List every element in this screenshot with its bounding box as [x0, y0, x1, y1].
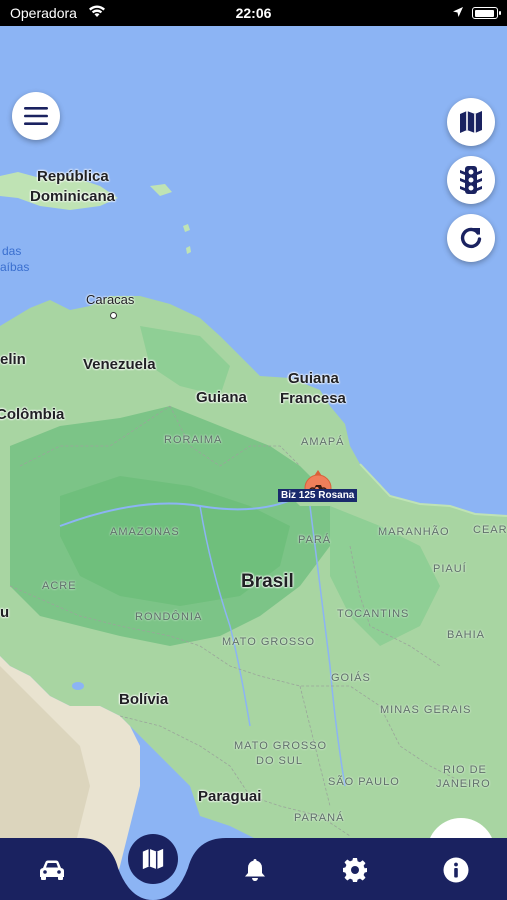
- country-label-partial-west: elin: [0, 351, 26, 368]
- map-icon: [460, 111, 482, 133]
- nav-info-button[interactable]: [434, 848, 478, 892]
- nav-vehicles-button[interactable]: [30, 848, 74, 892]
- state-label-ceara: CEAR: [473, 524, 507, 536]
- refresh-button[interactable]: [447, 214, 495, 262]
- state-label-mato-grosso-do-sul-1: MATO GROSSO: [234, 740, 328, 752]
- state-label-sao-paulo: SÃO PAULO: [328, 776, 400, 788]
- map-terrain: [0, 26, 507, 900]
- country-label-partial-peru: u: [0, 604, 10, 621]
- state-label-amazonas: AMAZONAS: [110, 526, 180, 538]
- sea-label-2: aíbas: [0, 260, 30, 274]
- country-label-brasil: Brasil: [241, 571, 294, 592]
- state-label-parana: PARANÁ: [294, 812, 345, 824]
- country-label-republica-dominicana-2: Dominicana: [30, 188, 116, 205]
- nav-map-button[interactable]: [128, 834, 178, 884]
- state-label-para: PARÁ: [298, 534, 332, 546]
- bell-icon: [245, 859, 265, 881]
- battery-icon: [472, 7, 501, 19]
- state-label-tocantins: TOCANTINS: [337, 608, 410, 620]
- location-arrow-icon: [453, 7, 463, 17]
- map-type-button[interactable]: [447, 98, 495, 146]
- car-icon: [40, 860, 64, 880]
- country-label-colombia: Colômbia: [0, 406, 65, 423]
- state-label-roraima: RORAIMA: [164, 434, 223, 446]
- bottom-nav: [0, 838, 507, 900]
- traffic-button[interactable]: [447, 156, 495, 204]
- vehicle-label[interactable]: Biz 125 Rosana: [278, 489, 358, 502]
- state-label-maranhao: MARANHÃO: [378, 526, 450, 538]
- nav-settings-button[interactable]: [333, 848, 377, 892]
- state-label-bahia: BAHIA: [447, 629, 486, 641]
- state-label-goias: GOIÁS: [331, 672, 371, 684]
- country-label-guiana-francesa-2: Francesa: [280, 390, 346, 407]
- clock: 22:06: [235, 5, 272, 21]
- country-label-guiana: Guiana: [196, 389, 247, 406]
- country-label-bolivia: Bolívia: [119, 691, 169, 708]
- state-label-piaui: PIAUÍ: [433, 563, 467, 575]
- sea-label-1: das: [2, 244, 22, 258]
- status-bar: Operadora 22:06: [0, 0, 507, 26]
- country-label-republica-dominicana-1: República: [37, 168, 109, 185]
- menu-icon: [24, 107, 48, 125]
- state-label-rio-de-janeiro-1: RIO DE: [443, 764, 487, 776]
- nav-notifications-button[interactable]: [233, 848, 277, 892]
- state-label-minas-gerais: MINAS GERAIS: [380, 704, 472, 716]
- country-label-venezuela: Venezuela: [83, 356, 156, 373]
- state-label-amapa: AMAPÁ: [301, 436, 345, 448]
- info-icon: [443, 857, 469, 883]
- map-icon: [142, 848, 164, 870]
- city-label-caracas: Caracas: [86, 292, 135, 307]
- map-view[interactable]: das aíbas República Dominicana Venezuela…: [0, 26, 507, 900]
- state-label-rio-de-janeiro-2: JANEIRO: [436, 778, 491, 790]
- state-label-rondonia: RONDÔNIA: [135, 611, 203, 623]
- menu-button[interactable]: [12, 92, 60, 140]
- state-label-mato-grosso-do-sul-2: DO SUL: [256, 755, 303, 767]
- gear-icon: [343, 858, 367, 882]
- traffic-light-icon: [460, 166, 482, 194]
- country-label-paraguai: Paraguai: [198, 788, 262, 805]
- country-label-guiana-francesa-1: Guiana: [288, 370, 339, 387]
- city-dot-caracas: [110, 312, 117, 319]
- state-label-acre: ACRE: [42, 580, 77, 592]
- refresh-icon: [460, 227, 482, 249]
- state-label-mato-grosso: MATO GROSSO: [222, 636, 316, 648]
